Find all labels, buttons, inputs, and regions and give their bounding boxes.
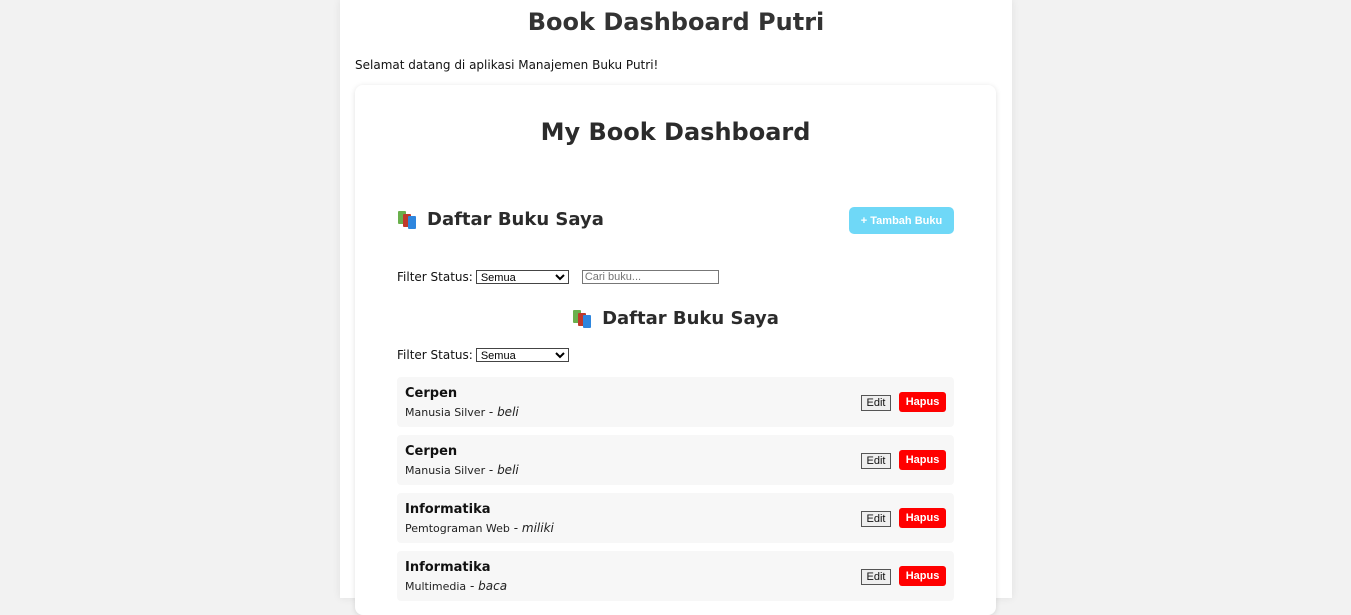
section-header: Daftar Buku Saya (397, 209, 604, 230)
books-icon (397, 210, 419, 230)
book-subtitle: Manusia Silver (405, 464, 486, 477)
add-book-button[interactable]: + Tambah Buku (849, 207, 954, 234)
book-subtitle: Manusia Silver (405, 406, 486, 419)
book-status: baca (478, 579, 508, 593)
book-title: Informatika (405, 502, 491, 517)
book-status: miliki (521, 521, 554, 535)
section-header-2: Daftar Buku Saya (355, 308, 996, 329)
book-title: Cerpen (405, 386, 458, 401)
book-subtitle: Pemtograman Web (405, 522, 510, 535)
book-subtitle: Multimedia (405, 580, 467, 593)
delete-button[interactable]: Hapus (899, 392, 946, 412)
section-title-2: Daftar Buku Saya (602, 308, 779, 329)
book-meta: Manusia Silver - beli (405, 405, 519, 419)
edit-button[interactable]: Edit (861, 453, 891, 469)
book-list: Cerpen Manusia Silver - beli Edit Hapus … (397, 377, 954, 609)
delete-button[interactable]: Hapus (899, 450, 946, 470)
list-item: Informatika Multimedia - baca Edit Hapus (397, 551, 954, 601)
list-item: Cerpen Manusia Silver - beli Edit Hapus (397, 435, 954, 485)
book-title: Informatika (405, 560, 491, 575)
welcome-text: Selamat datang di aplikasi Manajemen Buk… (355, 58, 659, 72)
delete-button[interactable]: Hapus (899, 566, 946, 586)
book-meta: Multimedia - baca (405, 579, 508, 593)
search-input[interactable] (581, 270, 719, 284)
book-status: beli (497, 405, 519, 419)
filter-label-2: Filter Status: (397, 348, 473, 362)
status-filter-select[interactable]: Semua (475, 270, 569, 284)
section-title: Daftar Buku Saya (427, 209, 604, 230)
book-meta: Manusia Silver - beli (405, 463, 519, 477)
page-container: Book Dashboard Putri Selamat datang di a… (340, 0, 1012, 615)
status-filter-select-2[interactable]: Semua (475, 348, 569, 362)
filter-row: Filter Status: Semua (397, 270, 719, 284)
book-title: Cerpen (405, 444, 458, 459)
list-item: Informatika Pemtograman Web - miliki Edi… (397, 493, 954, 543)
edit-button[interactable]: Edit (861, 511, 891, 527)
dashboard-card: My Book Dashboard Daftar Buku Saya + Tam… (355, 85, 996, 615)
edit-button[interactable]: Edit (861, 395, 891, 411)
list-item: Cerpen Manusia Silver - beli Edit Hapus (397, 377, 954, 427)
books-icon (572, 309, 594, 329)
book-meta: Pemtograman Web - miliki (405, 521, 554, 535)
app-title: Book Dashboard Putri (527, 8, 825, 36)
filter-row-2: Filter Status: Semua (397, 348, 569, 362)
delete-button[interactable]: Hapus (899, 508, 946, 528)
edit-button[interactable]: Edit (861, 569, 891, 585)
dashboard-title: My Book Dashboard (540, 118, 811, 146)
filter-label: Filter Status: (397, 270, 473, 284)
book-status: beli (497, 463, 519, 477)
